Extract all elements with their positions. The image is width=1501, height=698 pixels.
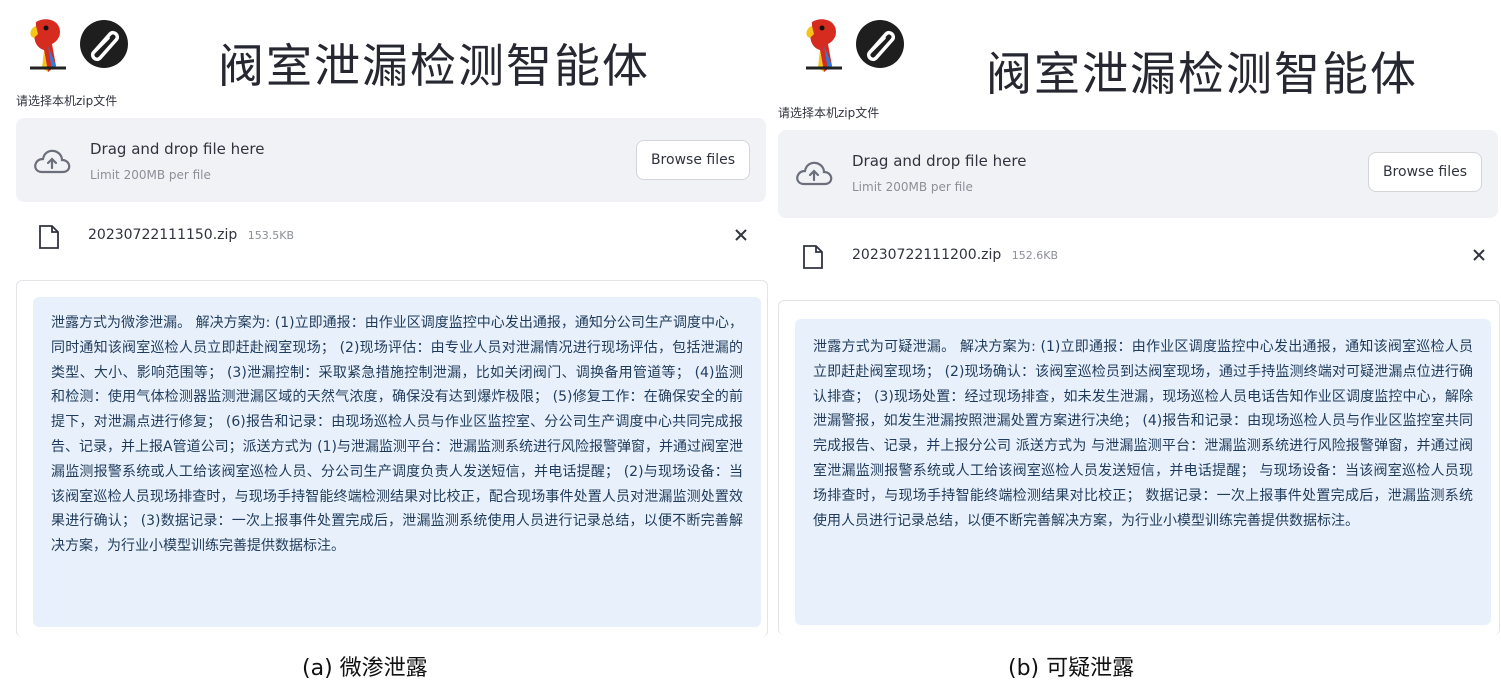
app-header: 阀室泄漏检测智能体 xyxy=(18,8,788,93)
paperclip-logo-icon xyxy=(80,20,128,68)
cloud-upload-icon xyxy=(34,149,71,174)
file-size: 152.6KB xyxy=(1011,249,1058,262)
page-title: 阀室泄漏检测智能体 xyxy=(218,39,650,93)
result-alert: 泄露方式为可疑泄漏。 解决方案为: (1)立即通报：由作业区调度监控中心发出通报… xyxy=(795,319,1491,625)
uploaded-file-row: 20230722111200.zip 152.6KB xyxy=(802,240,1492,274)
browse-files-button[interactable]: Browse files xyxy=(635,140,750,180)
file-name: 20230722111200.zip xyxy=(852,247,1002,263)
dropzone-instruction: Drag and drop file here xyxy=(852,152,1027,170)
file-size: 153.5KB xyxy=(247,229,294,242)
caption-a: (a) 微渗泄露 xyxy=(302,656,428,681)
result-container: 泄露方式为微渗泄漏。 解决方案为: (1)立即通报：由作业区调度监控中心发出通报… xyxy=(16,280,768,637)
remove-file-button[interactable] xyxy=(732,224,750,246)
browse-files-button[interactable]: Browse files xyxy=(1367,152,1482,192)
paperclip-logo-icon xyxy=(856,20,904,68)
file-dropzone[interactable]: Drag and drop file here Limit 200MB per … xyxy=(16,118,766,202)
upload-label: 请选择本机zip文件 xyxy=(778,106,880,120)
caption-b: (b) 可疑泄露 xyxy=(1008,656,1135,681)
dropzone-instruction: Drag and drop file here xyxy=(90,140,265,158)
result-alert: 泄露方式为微渗泄漏。 解决方案为: (1)立即通报：由作业区调度监控中心发出通报… xyxy=(33,297,761,627)
page-title: 阀室泄漏检测智能体 xyxy=(986,47,1418,101)
file-dropzone[interactable]: Drag and drop file here Limit 200MB per … xyxy=(778,130,1498,218)
dropzone-limit: Limit 200MB per file xyxy=(90,168,211,182)
file-icon xyxy=(803,245,823,269)
close-icon xyxy=(1473,249,1485,261)
file-icon xyxy=(39,225,59,249)
remove-file-button[interactable] xyxy=(1470,244,1488,266)
close-icon xyxy=(735,229,747,241)
file-name: 20230722111150.zip xyxy=(88,227,238,243)
uploaded-file-row: 20230722111150.zip 153.5KB xyxy=(38,220,754,254)
parrot-logo-icon xyxy=(30,19,66,72)
app-header: 阀室泄漏检测智能体 xyxy=(794,8,1501,101)
parrot-logo-icon xyxy=(806,19,842,72)
result-container: 泄露方式为可疑泄漏。 解决方案为: (1)立即通报：由作业区调度监控中心发出通报… xyxy=(778,300,1500,635)
dropzone-limit: Limit 200MB per file xyxy=(852,180,973,194)
cloud-upload-icon xyxy=(796,161,833,186)
upload-label: 请选择本机zip文件 xyxy=(16,94,118,108)
